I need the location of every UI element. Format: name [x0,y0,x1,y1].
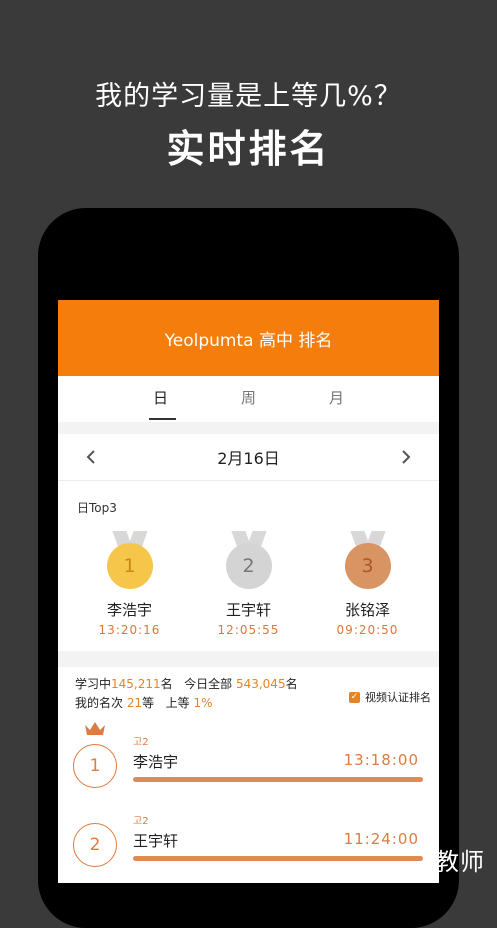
medal-time: 13:20:16 [98,623,161,637]
my-rank: 21 [126,696,143,710]
promo-title: 实时排名 [166,127,331,171]
medal-rank: 3 [344,543,391,589]
medal-name: 李浩宇 [106,601,152,619]
medal-time: 12:05:55 [217,623,280,637]
user-name: 李浩宇 [133,753,179,771]
promo-headline: 我的学习量是上等几%？ [95,81,402,112]
ranking-row[interactable]: 2 고2 王宇轩 11:24:00 [73,812,433,872]
app-title: Yeolpumta 高中 排名 [164,330,333,351]
study-stats-line: 学习中145,211名 今日全部 543,045名 [75,677,298,691]
study-time: 13:18:00 [343,751,419,769]
video-cert-toggle[interactable]: ✓ 视频认证排名 [349,689,431,705]
upper-percent: 1% [193,696,213,710]
ranking-row[interactable]: 1 고2 李浩宇 13:18:00 [73,722,433,793]
bronze-medal-icon: 3 [343,531,393,593]
video-cert-label: 视频认证排名 [365,691,431,704]
current-date: 2月16日 [217,449,280,468]
medal-rank: 1 [106,543,153,589]
grade-label: 고2 [133,816,149,827]
tab-week[interactable]: 周 [234,378,264,422]
medal-name: 张铭泽 [344,601,390,619]
top3-section: 日Top3 1 李浩宇 13:20:16 2 王宇轩 12:05:55 3 张铭… [58,481,439,651]
grade-label: 고2 [133,737,149,748]
crown-icon [85,722,105,735]
medal-rank: 2 [225,543,272,589]
tab-month[interactable]: 月 [322,378,352,422]
today-count: 543,045 [235,677,286,691]
user-name: 王宇轩 [133,832,179,850]
study-time: 11:24:00 [343,830,419,848]
app-screen: Yeolpumta 高中 排名 日 周 月 2月16日 日Top3 1 李浩宇 … [58,300,439,883]
medal-time: 09:20:50 [336,623,399,637]
medal-list: 1 李浩宇 13:20:16 2 王宇轩 12:05:55 3 张铭泽 09:2… [58,531,439,637]
silver-medal-icon: 2 [224,531,274,593]
medal-entry-3[interactable]: 3 张铭泽 09:20:50 [323,531,413,637]
watermark: 教师 [435,848,485,876]
gold-medal-icon: 1 [105,531,155,593]
medal-entry-1[interactable]: 1 李浩宇 13:20:16 [85,531,175,637]
checkbox-checked-icon[interactable]: ✓ [349,691,360,703]
ranking-section: 学习中145,211名 今日全部 543,045名 我的名次 21等 上等 1%… [58,667,439,883]
chevron-right-icon[interactable] [397,448,415,466]
date-navigator: 2月16日 [58,434,439,481]
tab-day[interactable]: 日 [146,378,176,422]
my-rank-line: 我的名次 21等 上等 1% [75,696,213,710]
top3-title: 日Top3 [77,501,117,515]
rank-number: 1 [73,744,117,788]
studying-count: 145,211 [111,677,161,691]
chevron-left-icon[interactable] [82,448,100,466]
study-progress-bar [133,777,423,782]
medal-entry-2[interactable]: 2 王宇轩 12:05:55 [204,531,294,637]
app-header: Yeolpumta 高中 排名 [58,300,439,376]
period-tabs: 日 周 月 [58,376,439,422]
study-progress-bar [133,856,423,861]
rank-number: 2 [73,823,117,867]
medal-name: 王宇轩 [225,601,271,619]
active-tab-indicator [149,418,176,420]
